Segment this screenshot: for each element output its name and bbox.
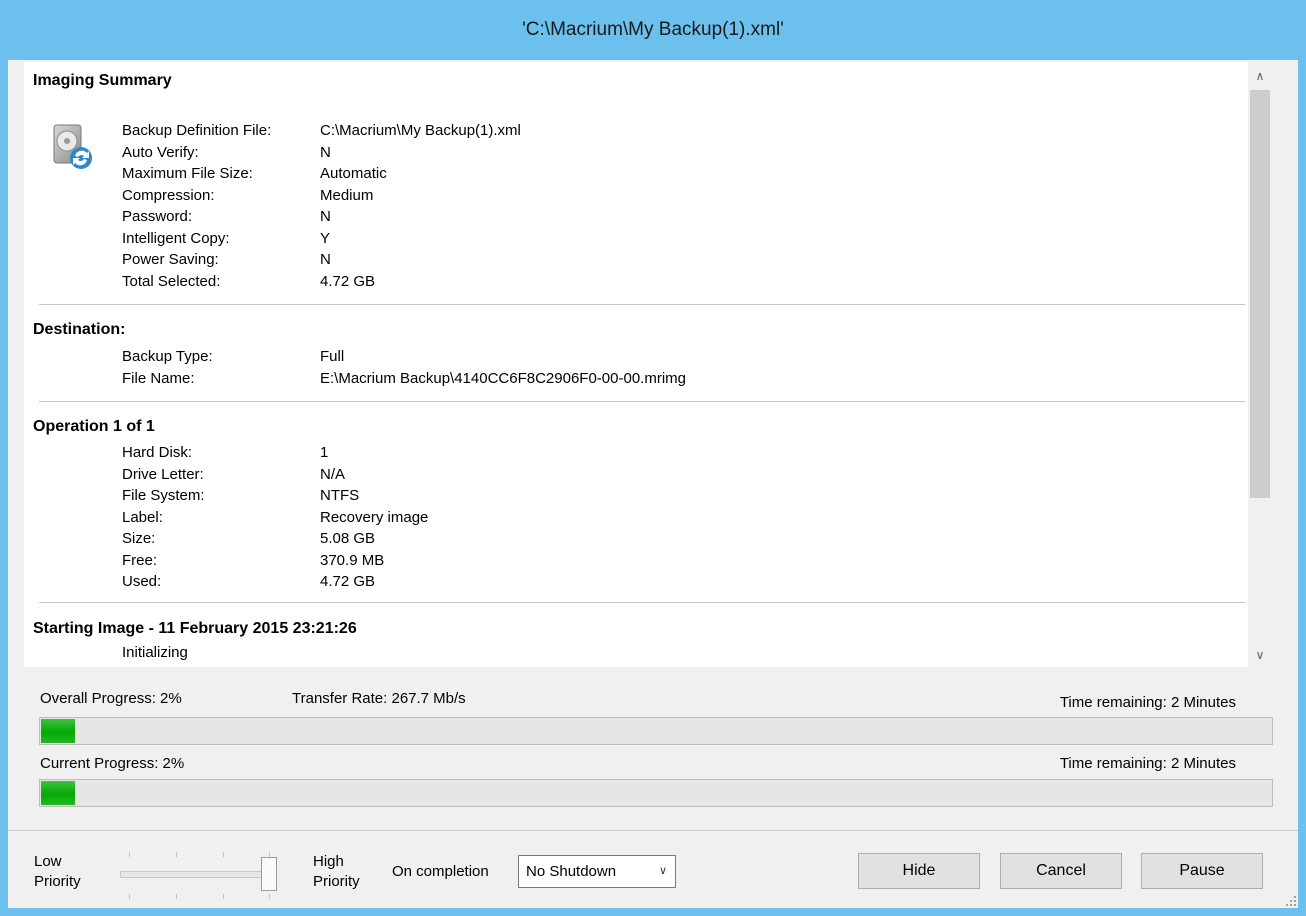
scroll-up-arrow-icon[interactable]: ∧ xyxy=(1248,64,1272,88)
summary-row-value: Automatic xyxy=(320,165,387,182)
summary-row-label: Label: xyxy=(122,508,163,526)
summary-row-label: Password: xyxy=(122,208,193,225)
summary-row-value: NTFS xyxy=(320,487,360,504)
slider-tick xyxy=(129,852,130,857)
transfer-rate: Transfer Rate: 267.7 Mb/s xyxy=(292,690,466,707)
summary-row-value: Medium xyxy=(320,186,374,204)
summary-row-label: Drive Letter: xyxy=(122,465,204,483)
low-priority-label: Low Priority xyxy=(34,853,81,890)
scroll-down-arrow-icon[interactable]: ∨ xyxy=(1248,643,1272,667)
window-titlebar[interactable]: 'C:\Macrium\My Backup(1).xml' xyxy=(0,0,1306,60)
summary-row-value: N xyxy=(320,208,331,225)
slider-tick xyxy=(223,894,224,899)
operation-title: Operation 1 of 1 xyxy=(33,418,155,435)
section-divider xyxy=(39,401,1245,402)
overall-progress-fill xyxy=(41,719,75,743)
pause-button[interactable]: Pause xyxy=(1141,853,1263,889)
summary-row-value: Y xyxy=(320,229,331,247)
summary-row-value: 4.72 GB xyxy=(320,272,376,290)
summary-row-label: Free: xyxy=(122,551,158,569)
cancel-button[interactable]: Cancel xyxy=(1000,853,1122,889)
summary-row-label: Total Selected: xyxy=(122,272,221,290)
summary-row-value: N xyxy=(320,251,331,268)
window-title: 'C:\Macrium\My Backup(1).xml' xyxy=(522,19,784,40)
summary-row-value: E:\Macrium Backup\4140CC6F8C2906F0-00-00… xyxy=(320,369,686,387)
summary-row-value: C:\Macrium\My Backup(1).xml xyxy=(320,122,521,139)
starting-status: Initializing xyxy=(122,644,188,661)
summary-row-label: Maximum File Size: xyxy=(122,165,253,182)
summary-row: Maximum File Size: Automatic xyxy=(24,163,1224,184)
summary-row-value: 1 xyxy=(320,444,329,461)
chevron-down-icon: ∨ xyxy=(658,865,667,877)
overall-progress-label: Overall Progress: 2% xyxy=(40,690,182,707)
slider-tick xyxy=(129,894,130,899)
summary-row: Free: 370.9 MB xyxy=(24,550,1224,571)
priority-slider-thumb[interactable] xyxy=(261,857,277,891)
summary-row-value: 4.72 GB xyxy=(320,573,376,590)
resize-grip-icon[interactable] xyxy=(1286,896,1296,906)
summary-row: Compression: Medium xyxy=(24,185,1224,206)
footer-separator xyxy=(8,830,1298,831)
section-divider xyxy=(39,304,1245,305)
current-progress-label: Current Progress: 2% xyxy=(40,755,185,772)
current-progress-bar xyxy=(39,779,1273,807)
summary-row: Size: 5.08 GB xyxy=(24,528,1224,549)
imaging-summary-title: Imaging Summary xyxy=(33,72,172,89)
slider-tick xyxy=(176,852,177,857)
summary-row: Backup Definition File: C:\Macrium\My Bac… xyxy=(24,120,1224,141)
summary-row-value: 5.08 GB xyxy=(320,530,376,547)
summary-row-label: Hard Disk: xyxy=(122,444,193,461)
summary-row-label: Backup Definition File: xyxy=(122,122,272,139)
on-completion-value: No Shutdown xyxy=(526,863,617,880)
summary-row-value: N xyxy=(320,143,331,161)
hard-disk-backup-icon xyxy=(53,124,97,172)
summary-row-value: 370.9 MB xyxy=(320,551,385,569)
scrollbar-thumb[interactable] xyxy=(1250,90,1270,498)
summary-row-label: Backup Type: xyxy=(122,348,213,365)
summary-row: Password: N xyxy=(24,206,1224,227)
summary-row-label: Power Saving: xyxy=(122,251,219,268)
current-progress-fill xyxy=(41,781,75,805)
priority-slider[interactable] xyxy=(120,871,272,878)
summary-row: File System: NTFS xyxy=(24,485,1224,506)
summary-row-label: File Name: xyxy=(122,369,195,387)
slider-tick xyxy=(269,894,270,899)
summary-row-label: Auto Verify: xyxy=(122,143,199,161)
slider-tick xyxy=(176,894,177,899)
summary-row: Drive Letter: N/A xyxy=(24,464,1224,485)
starting-image-title: Starting Image - 11 February 2015 23:21:… xyxy=(33,620,357,637)
summary-row: Used: 4.72 GB xyxy=(24,571,1224,592)
overall-progress-bar xyxy=(39,717,1273,745)
section-divider xyxy=(39,602,1245,603)
summary-row-label: Intelligent Copy: xyxy=(122,229,230,247)
summary-row: Auto Verify: N xyxy=(24,142,1224,163)
hide-button[interactable]: Hide xyxy=(858,853,980,889)
summary-row-label: Used: xyxy=(122,573,162,590)
on-completion-label: On completion xyxy=(392,863,489,880)
summary-row: File Name: E:\Macrium Backup\4140CC6F8C29… xyxy=(24,368,1224,389)
summary-row: Power Saving: N xyxy=(24,249,1224,270)
current-time-remaining: Time remaining: 2 Minutes xyxy=(1059,755,1236,772)
destination-title: Destination: xyxy=(33,321,126,338)
high-priority-label: High Priority xyxy=(313,853,360,890)
summary-row-label: File System: xyxy=(122,487,205,504)
summary-row-value: N/A xyxy=(320,465,346,483)
overall-time-remaining: Time remaining: 2 Minutes xyxy=(1059,694,1236,711)
summary-row: Label: Recovery image xyxy=(24,507,1224,528)
summary-row: Intelligent Copy: Y xyxy=(24,228,1224,249)
slider-tick xyxy=(223,852,224,857)
summary-row-label: Size: xyxy=(122,530,156,547)
summary-row-value: Recovery image xyxy=(320,508,429,526)
summary-panel: Imaging Summary Backup Definition File: C… xyxy=(24,62,1248,667)
summary-row: Total Selected: 4.72 GB xyxy=(24,271,1224,292)
on-completion-dropdown[interactable]: No Shutdown ∨ xyxy=(518,855,676,888)
summary-row: Backup Type: Full xyxy=(24,346,1224,367)
summary-row: Hard Disk: 1 xyxy=(24,442,1224,463)
summary-row-label: Compression: xyxy=(122,186,215,204)
summary-row-value: Full xyxy=(320,348,345,365)
